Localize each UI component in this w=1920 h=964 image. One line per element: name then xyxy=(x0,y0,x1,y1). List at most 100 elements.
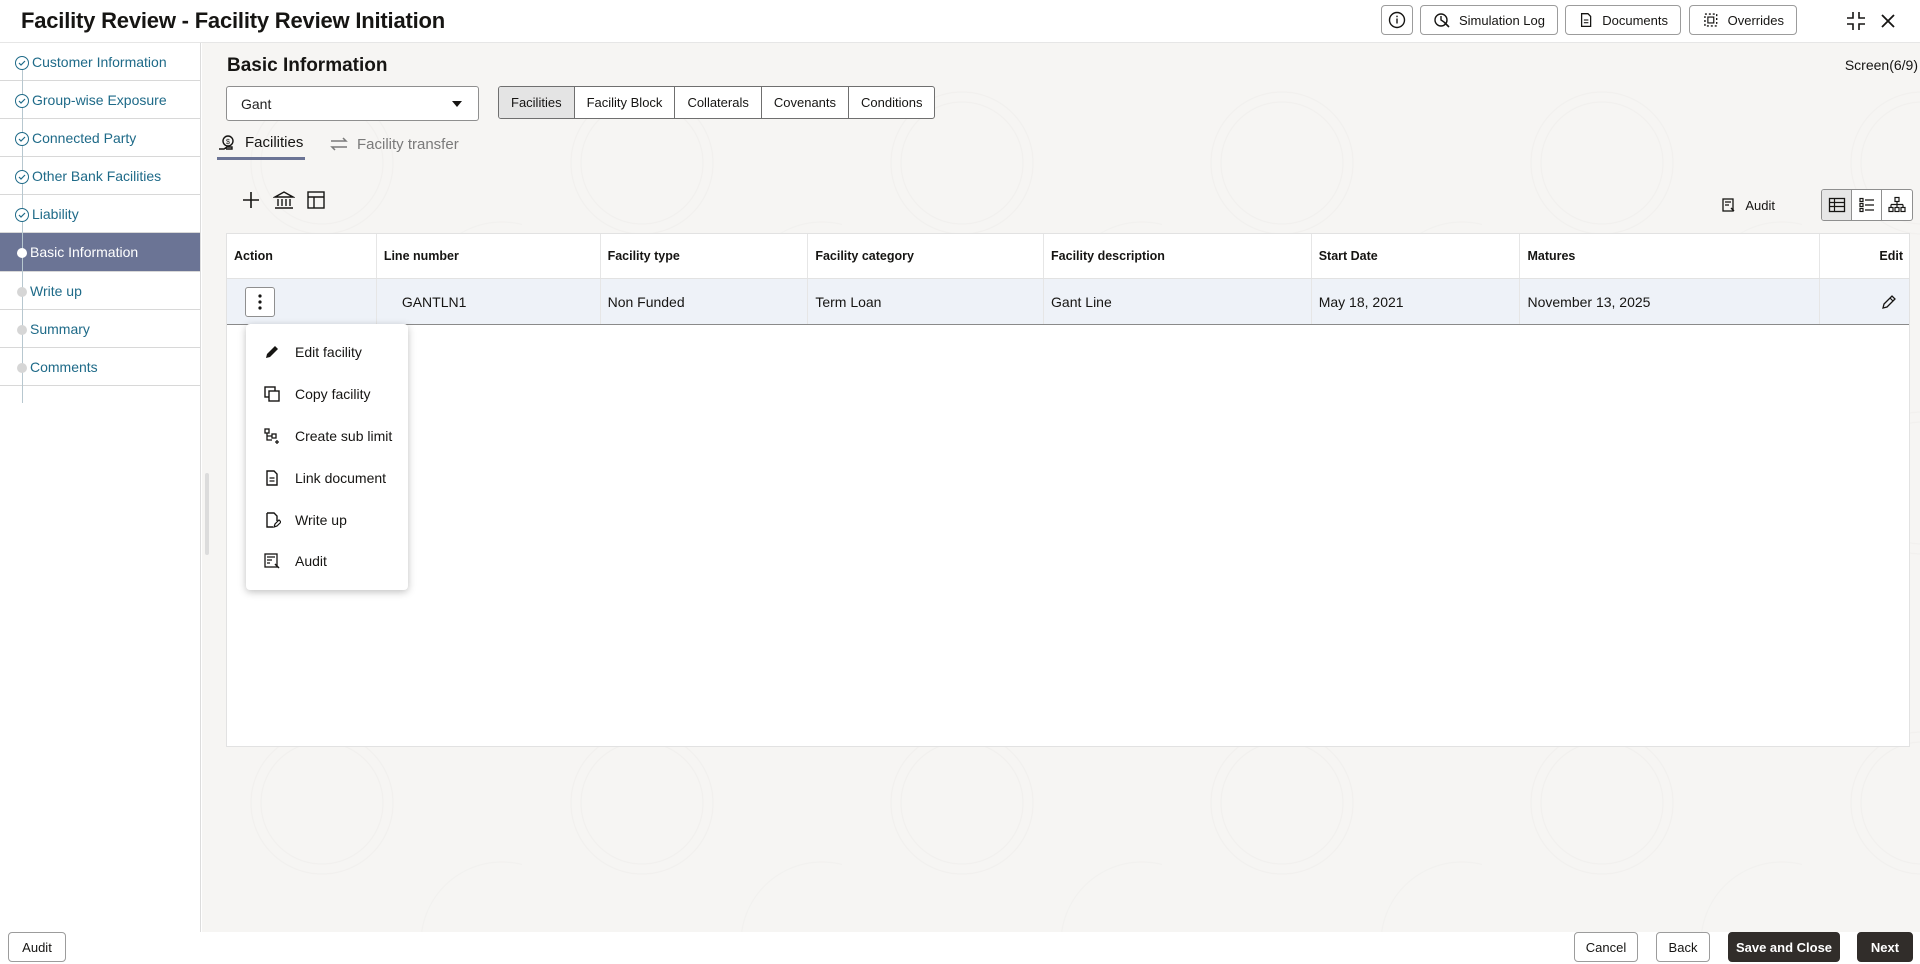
audit-link[interactable]: Audit xyxy=(1721,197,1775,213)
sidebar-item-basic-information[interactable]: Basic Information xyxy=(0,233,200,272)
app-header: Facility Review - Facility Review Initia… xyxy=(0,0,1920,43)
sidebar-item-liability[interactable]: Liability xyxy=(0,195,200,233)
layout-button[interactable] xyxy=(304,188,328,212)
table-view-button[interactable] xyxy=(1822,190,1852,220)
list-view-button[interactable] xyxy=(1852,190,1882,220)
segment-conditions[interactable]: Conditions xyxy=(849,87,934,118)
row-actions-button[interactable] xyxy=(245,286,275,317)
main-content: Basic Information Screen(6/9) Gant Facil… xyxy=(202,43,1920,933)
segment-collaterals[interactable]: Collaterals xyxy=(675,87,762,118)
segment-covenants[interactable]: Covenants xyxy=(762,87,850,118)
facility-type-cell: Non Funded xyxy=(601,279,809,324)
sidebar-item-label: Liability xyxy=(32,205,79,222)
audit-label: Audit xyxy=(1745,197,1775,213)
customer-select-value: Gant xyxy=(241,95,272,112)
column-header-facility-category: Facility category xyxy=(808,234,1045,278)
sidebar-item-write-up[interactable]: Write up xyxy=(0,272,200,310)
add-facility-button[interactable] xyxy=(239,188,263,212)
audit-icon xyxy=(1722,198,1735,212)
line-number-link[interactable]: GANTLN1 xyxy=(377,279,601,324)
simulation-log-button[interactable]: Simulation Log xyxy=(1420,5,1558,35)
segment-facility-block[interactable]: Facility Block xyxy=(575,87,676,118)
sidebar-item-label: Customer Information xyxy=(32,53,167,70)
sidebar-item-label: Other Bank Facilities xyxy=(32,167,162,184)
save-and-close-button[interactable]: Save and Close xyxy=(1728,932,1840,962)
check-circle-icon xyxy=(15,208,29,222)
bank-button[interactable] xyxy=(272,188,296,212)
menu-item-edit-facility[interactable]: Edit facility xyxy=(246,338,408,366)
simulation-icon xyxy=(1434,13,1450,28)
row-actions-menu: Edit facility Copy facility Create sub l… xyxy=(246,324,408,590)
sidebar-item-group-wise-exposure[interactable]: Group-wise Exposure xyxy=(0,81,200,119)
step-connector xyxy=(22,63,23,403)
facility-description-cell: Gant Line xyxy=(1044,279,1312,324)
list-view-icon xyxy=(1858,197,1874,213)
menu-item-link-document[interactable]: Link document xyxy=(246,464,408,492)
sidebar-item-other-bank-facilities[interactable]: Other Bank Facilities xyxy=(0,157,200,195)
sidebar-item-label: Basic Information xyxy=(30,244,139,260)
collapse-icon xyxy=(1847,12,1865,30)
facility-category-cell: Term Loan xyxy=(808,279,1045,324)
sidebar-item-label: Summary xyxy=(30,320,90,337)
column-header-action: Action xyxy=(227,234,377,278)
info-button[interactable] xyxy=(1381,5,1413,35)
hierarchy-view-button[interactable] xyxy=(1882,190,1912,220)
column-header-facility-type: Facility type xyxy=(601,234,809,278)
menu-item-write-up[interactable]: Write up xyxy=(246,506,408,534)
view-switcher xyxy=(1821,189,1913,221)
menu-item-label: Audit xyxy=(295,553,327,569)
menu-item-label: Copy facility xyxy=(295,386,371,402)
sidebar-item-comments[interactable]: Comments xyxy=(0,348,200,386)
customer-select[interactable]: Gant xyxy=(226,86,479,121)
action-cell xyxy=(227,279,377,324)
menu-item-copy-facility[interactable]: Copy facility xyxy=(246,380,408,408)
panel-resize-handle[interactable] xyxy=(205,473,209,555)
tab-facilities-label: Facilities xyxy=(245,134,304,151)
column-header-matures: Matures xyxy=(1520,234,1821,278)
documents-icon xyxy=(1580,13,1592,27)
info-icon xyxy=(1388,11,1406,29)
facilities-table: Action Line number Facility type Facilit… xyxy=(226,233,1910,747)
section-segmented-control: Facilities Facility Block Collaterals Co… xyxy=(498,86,936,119)
overrides-label: Overrides xyxy=(1727,12,1784,28)
layout-icon xyxy=(307,191,325,209)
next-button[interactable]: Next xyxy=(1857,932,1913,962)
transfer-icon xyxy=(330,137,348,151)
caret-down-icon xyxy=(452,101,462,107)
screen-counter: Screen(6/9) xyxy=(1844,57,1918,73)
column-header-line-number: Line number xyxy=(377,234,601,278)
minimize-button[interactable] xyxy=(1843,8,1869,34)
sidebar-item-label: Comments xyxy=(30,358,98,375)
section-title: Basic Information xyxy=(227,55,388,76)
back-button[interactable]: Back xyxy=(1656,932,1710,962)
tab-facilities[interactable]: $ Facilities xyxy=(217,128,306,160)
footer-audit-button[interactable]: Audit xyxy=(8,932,66,962)
segment-facilities[interactable]: Facilities xyxy=(499,87,575,118)
tab-facility-transfer-label: Facility transfer xyxy=(357,135,459,153)
sub-limit-icon xyxy=(261,425,283,447)
simulation-log-label: Simulation Log xyxy=(1459,12,1545,28)
documents-label: Documents xyxy=(1602,12,1668,28)
menu-item-audit[interactable]: Audit xyxy=(246,547,408,575)
overrides-icon xyxy=(1704,13,1718,27)
cancel-button[interactable]: Cancel xyxy=(1574,932,1638,962)
tab-facility-transfer[interactable]: Facility transfer xyxy=(329,128,459,160)
current-step-dot-icon xyxy=(17,248,27,258)
pending-step-dot-icon xyxy=(17,363,27,373)
sidebar-item-connected-party[interactable]: Connected Party xyxy=(0,119,200,157)
sidebar-item-label: Group-wise Exposure xyxy=(32,91,167,108)
start-date-cell: May 18, 2021 xyxy=(1312,279,1521,324)
menu-item-create-sub-limit[interactable]: Create sub limit xyxy=(246,422,408,450)
table-row: GANTLN1 Non Funded Term Loan Gant Line M… xyxy=(227,279,1909,325)
edit-pencil-icon[interactable] xyxy=(1881,294,1897,310)
step-navigation: Customer Information Group-wise Exposure… xyxy=(0,43,201,964)
documents-button[interactable]: Documents xyxy=(1565,5,1681,35)
edit-icon xyxy=(261,341,283,363)
overrides-button[interactable]: Overrides xyxy=(1689,5,1797,35)
close-button[interactable] xyxy=(1875,8,1901,34)
sidebar-item-customer-information[interactable]: Customer Information xyxy=(0,43,200,81)
bank-icon xyxy=(273,191,295,209)
sidebar-item-summary[interactable]: Summary xyxy=(0,310,200,348)
edit-cell xyxy=(1820,279,1909,324)
audit-icon xyxy=(261,550,283,572)
